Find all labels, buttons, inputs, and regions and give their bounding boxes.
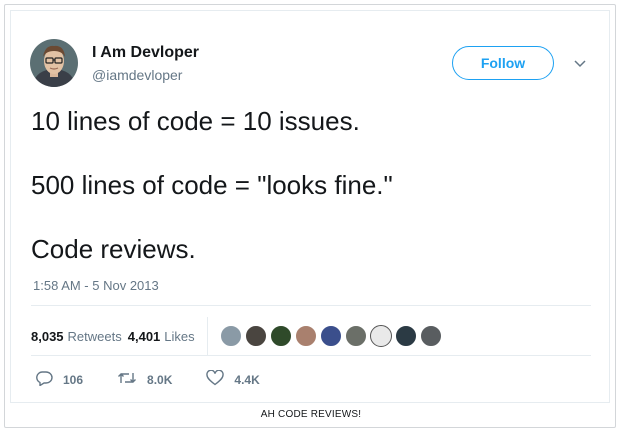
divider	[31, 355, 591, 356]
retweet-button[interactable]: 8.0K	[117, 370, 172, 391]
likes-stat[interactable]: 4,401 Likes	[128, 329, 195, 344]
retweet-icon	[117, 370, 137, 391]
stats-separator	[206, 317, 208, 355]
like-button[interactable]: 4.4K	[206, 369, 260, 391]
tweet-header: I Am Devloper @iamdevloper Follow	[30, 39, 590, 91]
tweet-text: 10 lines of code = 10 issues. 500 lines …	[31, 105, 591, 265]
reply-count: 106	[63, 373, 84, 387]
author-avatar[interactable]	[30, 39, 78, 87]
tweet-line: 10 lines of code = 10 issues.	[31, 106, 360, 136]
reply-button[interactable]: 106	[35, 370, 83, 391]
heart-icon	[206, 369, 225, 391]
liker-avatar[interactable]	[269, 325, 292, 347]
tweet-line: Code reviews.	[31, 234, 196, 264]
author-handle[interactable]: @iamdevloper	[92, 67, 182, 83]
liker-avatar[interactable]	[219, 325, 242, 347]
likes-count: 4,401	[127, 328, 161, 344]
liker-avatar[interactable]	[319, 325, 342, 347]
tweet-stats: 8,035 Retweets 4,401 Likes	[31, 317, 591, 355]
liker-avatar[interactable]	[419, 325, 442, 347]
likes-label: Likes	[164, 328, 195, 344]
follow-button[interactable]: Follow	[452, 46, 554, 80]
divider	[31, 305, 591, 306]
caption: AH CODE REVIEWS!	[260, 409, 362, 420]
chevron-down-icon[interactable]	[570, 54, 590, 74]
image-frame: I Am Devloper @iamdevloper Follow 10 lin…	[4, 4, 616, 428]
liker-avatar[interactable]	[344, 325, 367, 347]
tweet-actions: 106 8.0K 4.4K	[35, 369, 595, 391]
like-count: 4.4K	[234, 373, 260, 387]
liker-avatar[interactable]	[244, 325, 267, 347]
liker-avatar[interactable]	[294, 325, 317, 347]
retweet-count: 8.0K	[147, 373, 173, 387]
reply-icon	[35, 370, 53, 391]
liker-avatar[interactable]	[369, 325, 392, 347]
retweets-count: 8,035	[31, 328, 64, 344]
liker-avatar[interactable]	[394, 325, 417, 347]
retweets-label: Retweets	[67, 328, 122, 344]
tweet-line: 500 lines of code = "looks fine."	[31, 170, 393, 200]
tweet-card: I Am Devloper @iamdevloper Follow 10 lin…	[10, 10, 610, 403]
liker-avatars	[219, 325, 445, 347]
tweet-timestamp[interactable]: 1:58 AM - 5 Nov 2013	[33, 278, 159, 293]
author-name[interactable]: I Am Devloper	[92, 44, 199, 62]
retweets-stat[interactable]: 8,035 Retweets	[31, 329, 122, 344]
